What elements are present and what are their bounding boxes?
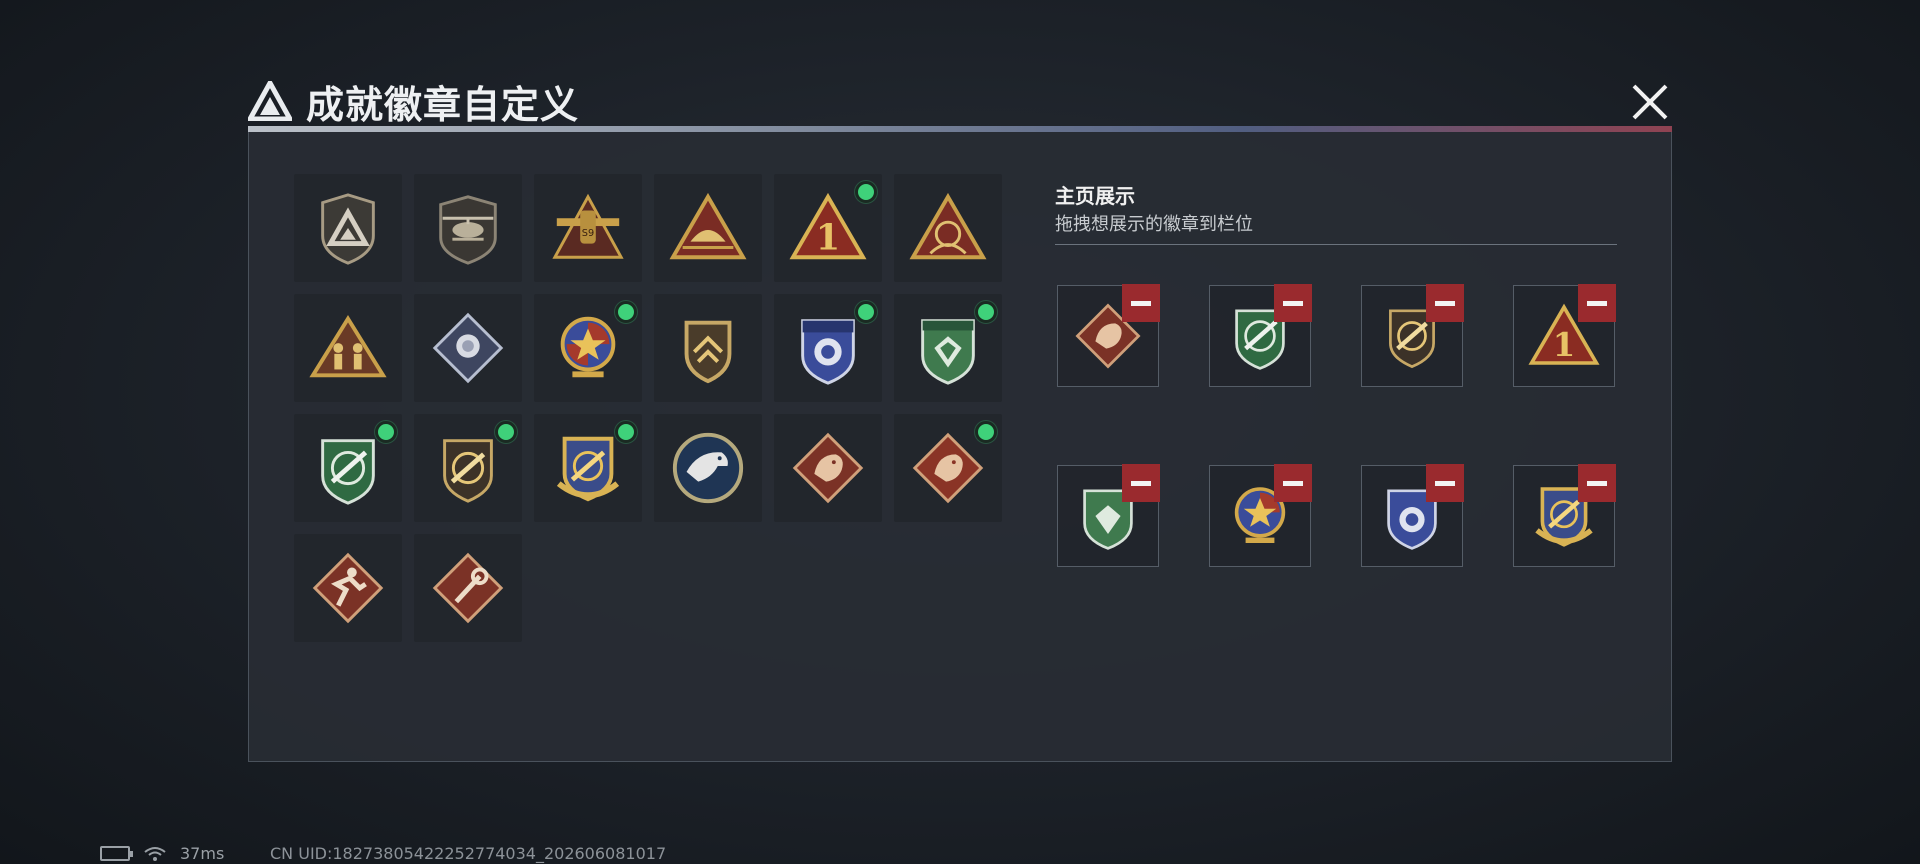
showcase-subtitle: 拖拽想展示的徽章到栏位	[1055, 214, 1253, 235]
remove-slot-button[interactable]	[1274, 284, 1312, 322]
remove-slot-button[interactable]	[1274, 464, 1312, 502]
showcase-divider	[1055, 244, 1617, 245]
remove-slot-button[interactable]	[1122, 284, 1160, 322]
badge-cell-green-gem[interactable]	[894, 294, 1002, 402]
badge-cell-shield-mountain[interactable]	[294, 174, 402, 282]
dragon-diamond-badge-2-icon	[912, 432, 984, 504]
badge-cell-green-rifle[interactable]	[294, 414, 402, 522]
remove-slot-button[interactable]	[1578, 284, 1616, 322]
showcase-slot-1[interactable]	[1057, 284, 1160, 387]
runner-diamond-badge-icon	[312, 552, 384, 624]
eagle-round-badge-icon	[672, 432, 744, 504]
green-rifle-shield-badge-icon	[321, 439, 375, 505]
badge-cell-soldiers[interactable]	[294, 294, 402, 402]
showcase-slot-2[interactable]	[1209, 284, 1312, 387]
dialog-title: 成就徽章自定义	[306, 82, 580, 127]
badge-cell-gold-rifle[interactable]	[534, 414, 642, 522]
minus-icon	[1131, 300, 1151, 306]
badge-cell-sunrise-triangle[interactable]	[654, 174, 762, 282]
new-badge-indicator	[615, 421, 637, 443]
blue-police-shield-badge-icon	[801, 319, 855, 385]
new-badge-indicator	[375, 421, 397, 443]
badge-cell-star-medal[interactable]	[534, 294, 642, 402]
showcase-title: 主页展示	[1055, 184, 1135, 208]
showcase-slot-7[interactable]	[1361, 464, 1464, 567]
battery-icon	[100, 846, 133, 861]
showcase-slot-8[interactable]	[1513, 464, 1616, 567]
rose-diamond-badge-icon	[432, 312, 504, 384]
showcase-slot-6[interactable]	[1209, 464, 1312, 567]
delta-logo-icon	[248, 81, 292, 121]
svg-text:1: 1	[816, 217, 840, 258]
minus-icon	[1283, 480, 1303, 486]
gold-rifle-shield-badge-icon	[556, 436, 620, 502]
close-icon	[1632, 84, 1668, 120]
new-badge-indicator	[975, 421, 997, 443]
minus-icon	[1283, 300, 1303, 306]
badge-cell-wrench[interactable]	[414, 534, 522, 642]
new-badge-indicator	[495, 421, 517, 443]
winged-shield-badge-icon	[684, 320, 732, 384]
svg-text:S9: S9	[582, 228, 594, 239]
close-button[interactable]	[1626, 78, 1674, 126]
badge-cell-globe-triangle[interactable]	[894, 174, 1002, 282]
remove-slot-button[interactable]	[1426, 464, 1464, 502]
soldiers-triangle-badge-icon	[309, 315, 387, 378]
new-badge-indicator	[975, 301, 997, 323]
badge-cell-dragon-2[interactable]	[894, 414, 1002, 522]
new-badge-indicator	[615, 301, 637, 323]
helicopter-badge-icon	[439, 195, 497, 265]
badge-cell-helicopter[interactable]	[414, 174, 522, 282]
star-medal-badge-icon	[560, 316, 616, 378]
dragon-diamond-badge-icon	[792, 432, 864, 504]
badge-cell-number-one[interactable]: 1	[774, 174, 882, 282]
badge-cell-eagle[interactable]	[654, 414, 762, 522]
new-badge-indicator	[855, 181, 877, 203]
badge-cell-rose[interactable]	[414, 294, 522, 402]
number-one-triangle-badge-icon: 1	[789, 192, 867, 260]
dialog-header: 成就徽章自定义	[248, 76, 580, 127]
showcase-slot-4[interactable]: 1	[1513, 284, 1616, 387]
remove-slot-button[interactable]	[1426, 284, 1464, 322]
badge-cell-dragon-1[interactable]	[774, 414, 882, 522]
badge-cell-blue-police[interactable]	[774, 294, 882, 402]
remove-slot-button[interactable]	[1122, 464, 1160, 502]
globe-triangle-badge-icon	[909, 192, 987, 260]
badge-cell-cargo-plane[interactable]: S9	[534, 174, 642, 282]
minus-icon	[1587, 480, 1607, 486]
badge-cell-winged-shield[interactable]	[654, 294, 762, 402]
brown-rifle-shield-badge-icon	[443, 439, 493, 503]
sunrise-triangle-badge-icon	[669, 192, 747, 260]
showcase-slot-3[interactable]	[1361, 284, 1464, 387]
minus-icon	[1435, 480, 1455, 486]
new-badge-indicator	[855, 301, 877, 323]
badge-cell-brown-rifle[interactable]	[414, 414, 522, 522]
wrench-diamond-badge-icon	[432, 552, 504, 624]
showcase-slot-5[interactable]	[1057, 464, 1160, 567]
green-gem-shield-badge-icon	[921, 319, 975, 385]
remove-slot-button[interactable]	[1578, 464, 1616, 502]
minus-icon	[1587, 300, 1607, 306]
minus-icon	[1435, 300, 1455, 306]
svg-text:1: 1	[1553, 326, 1576, 364]
wifi-icon	[144, 846, 166, 861]
badge-grid: S9 1	[294, 174, 1002, 642]
status-bar: 37ms	[100, 844, 224, 863]
uid-text: CN UID:18273805422252774034_202606081017	[270, 844, 667, 863]
cargo-plane-badge-icon: S9	[552, 193, 624, 259]
ping-text: 37ms	[180, 844, 225, 863]
minus-icon	[1131, 480, 1151, 486]
shield-mountain-badge-icon	[321, 193, 375, 265]
badge-cell-runner[interactable]	[294, 534, 402, 642]
